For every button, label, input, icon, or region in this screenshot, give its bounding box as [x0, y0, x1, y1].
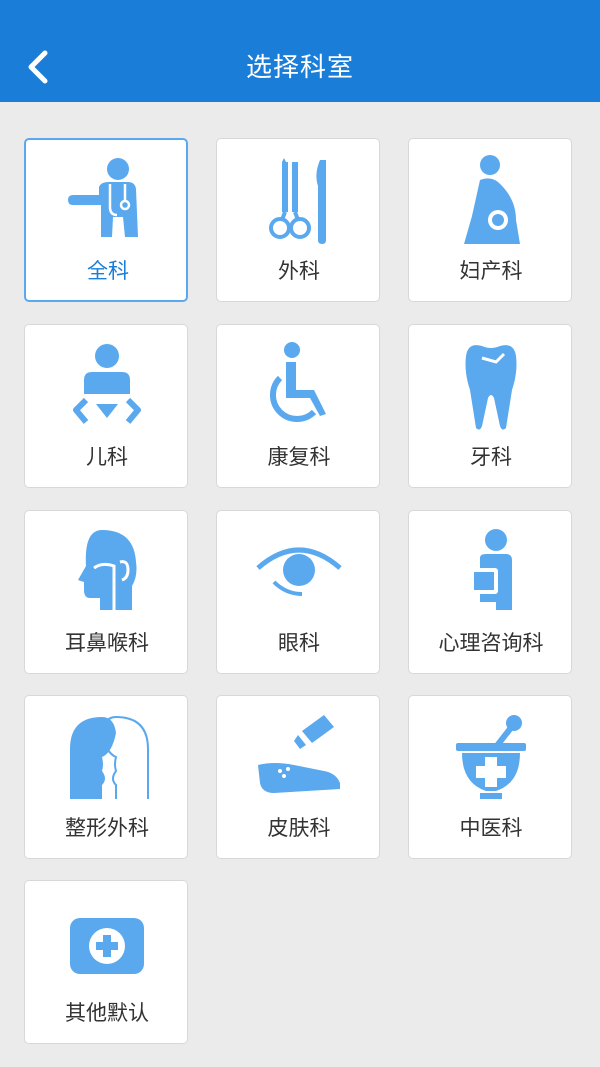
department-card-obgyn[interactable]: 妇产科	[408, 138, 572, 302]
department-card-tcm[interactable]: 中医科	[408, 695, 572, 859]
department-card-dental[interactable]: 牙科	[408, 324, 572, 488]
pregnant-icon	[409, 151, 573, 251]
department-label: 康复科	[267, 445, 331, 469]
department-card-surgery[interactable]: 外科	[216, 138, 380, 302]
department-label: 外科	[278, 259, 320, 283]
department-label: 心理咨询科	[438, 631, 544, 655]
department-label: 整形外科	[65, 816, 149, 840]
tooth-icon	[409, 337, 573, 437]
general-doctor-icon	[26, 152, 190, 252]
department-label: 眼科	[278, 631, 320, 655]
department-label: 皮肤科	[267, 816, 331, 840]
department-card-counseling[interactable]: 心理咨询科	[408, 510, 572, 674]
face-profile-icon	[25, 708, 189, 808]
department-card-other[interactable]: 其他默认	[24, 880, 188, 1044]
department-label: 儿科	[86, 445, 128, 469]
department-card-pediatrics[interactable]: 儿科	[24, 324, 188, 488]
first-aid-kit-icon	[25, 893, 189, 993]
department-label: 牙科	[470, 445, 512, 469]
mortar-pestle-icon	[409, 708, 573, 808]
page-title: 选择科室	[245, 53, 354, 83]
department-label: 耳鼻喉科	[65, 631, 149, 655]
baby-icon	[25, 337, 189, 437]
ent-head-icon	[25, 523, 189, 623]
department-card-ent[interactable]: 耳鼻喉科	[24, 510, 188, 674]
department-label: 全科	[87, 259, 129, 283]
ointment-hand-icon	[217, 708, 381, 808]
department-card-ophthalmology[interactable]: 眼科	[216, 510, 380, 674]
department-card-dermatology[interactable]: 皮肤科	[216, 695, 380, 859]
department-card-plastic[interactable]: 整形外科	[24, 695, 188, 859]
department-card-general[interactable]: 全科	[24, 138, 188, 302]
department-label: 中医科	[459, 816, 523, 840]
app-header: 选择科室	[0, 0, 600, 102]
department-label: 其他默认	[65, 1001, 149, 1025]
wheelchair-icon	[217, 337, 381, 437]
department-card-rehab[interactable]: 康复科	[216, 324, 380, 488]
surgery-tools-icon	[217, 151, 381, 251]
eye-icon	[217, 523, 381, 623]
counseling-icon	[409, 523, 573, 623]
department-label: 妇产科	[459, 259, 523, 283]
